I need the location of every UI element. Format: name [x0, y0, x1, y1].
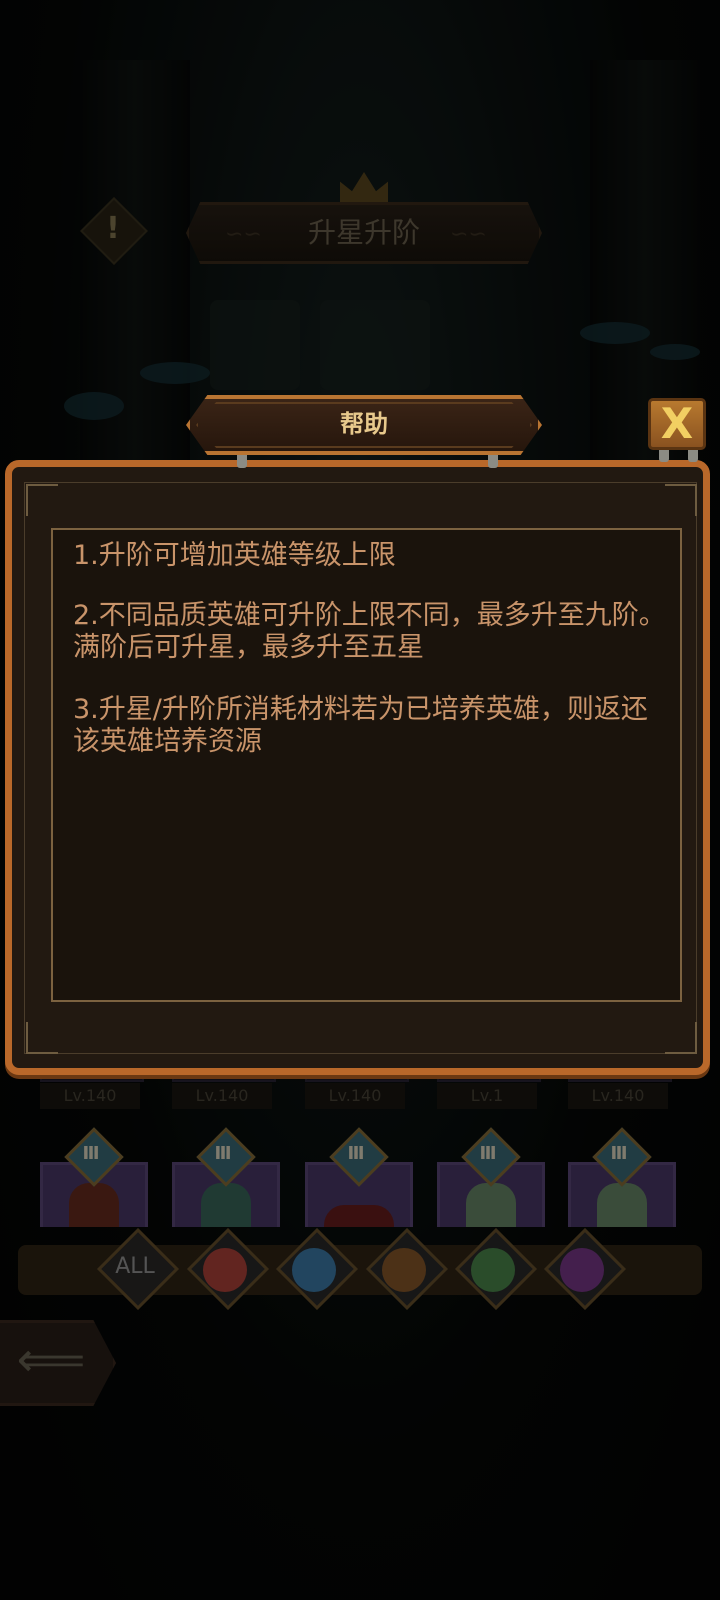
- help-line-2: 2.不同品质英雄可升阶上限不同，最多升至九阶。满阶后可升星，最多升至五星: [73, 600, 666, 663]
- corner-ornament-icon: [665, 1022, 697, 1054]
- corner-ornament-icon: [26, 484, 58, 516]
- close-icon: X: [660, 399, 694, 448]
- help-line-3: 3.升星/升阶所消耗材料若为已培养英雄，则返还该英雄培养资源: [73, 694, 648, 757]
- help-line-1: 1.升阶可增加英雄等级上限: [73, 540, 396, 571]
- help-dialog-title: 帮助: [340, 410, 388, 438]
- corner-ornament-icon: [26, 1022, 58, 1054]
- corner-ornament-icon: [665, 484, 697, 516]
